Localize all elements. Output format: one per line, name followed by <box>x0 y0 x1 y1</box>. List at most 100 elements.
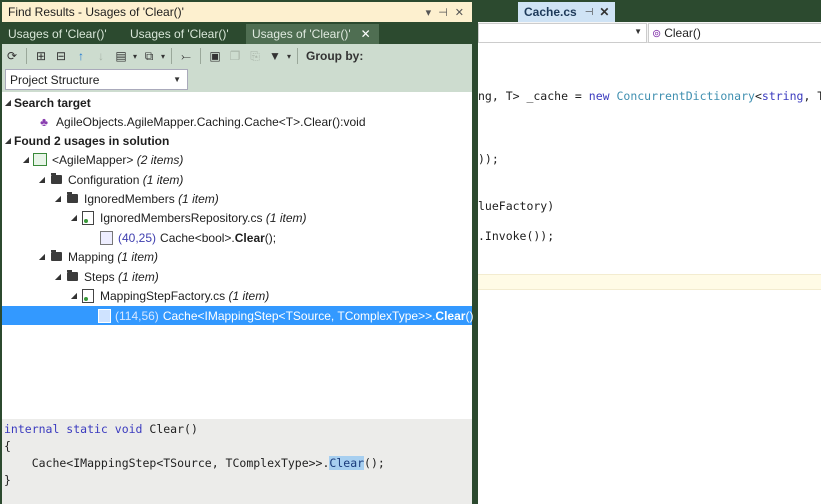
folder-icon <box>48 250 64 264</box>
paste-icon[interactable]: ⎘ <box>245 46 265 66</box>
filter-dropdown-icon[interactable]: ▾ <box>285 46 293 66</box>
expanded-triangle-icon[interactable]: ◢ <box>68 291 80 300</box>
code-text: Clear() <box>142 422 198 436</box>
editor-tab-cache-cs[interactable]: Cache.cs ⊣ ✕ <box>518 2 616 22</box>
preview-line: Cache<IMappingStep<TSource, TComplexType… <box>4 455 385 472</box>
group-by-label: Group by: <box>306 49 364 63</box>
code-text: < <box>754 89 762 103</box>
export-icon[interactable]: ⧉ <box>139 46 159 66</box>
export-dropdown-icon[interactable]: ▾ <box>159 46 167 66</box>
code-text: ng, T> _cache = <box>478 89 589 103</box>
member-dropdown-value: Clear() <box>664 26 701 40</box>
filter-icon[interactable]: ▼ <box>265 46 285 66</box>
usage-method: Clear <box>435 308 466 323</box>
tab-usages-2[interactable]: Usages of 'Clear()' <box>124 24 246 44</box>
tree-node-folder-steps[interactable]: ◢ Steps (1 item) <box>2 267 472 286</box>
csharp-file-icon <box>80 210 96 225</box>
node-label: Steps <box>84 269 115 284</box>
tab-label: Usages of 'Clear()' <box>130 27 229 41</box>
tab-usages-3[interactable]: Usages of 'Clear()' ✕ <box>246 24 379 44</box>
node-count: (1 item) <box>228 288 270 303</box>
panel-close-icon[interactable]: ✕ <box>455 6 464 19</box>
expanded-triangle-icon[interactable]: ◢ <box>36 252 48 261</box>
toolbar-separator <box>297 48 298 64</box>
usage-icon <box>98 308 111 323</box>
tab-usages-1[interactable]: Usages of 'Clear()' <box>2 24 124 44</box>
usage-code-suffix: (); <box>264 230 277 245</box>
close-icon[interactable]: ✕ <box>599 5 609 19</box>
node-count: (1 item) <box>118 269 159 284</box>
node-count: (1 item) <box>178 191 219 206</box>
expanded-triangle-icon[interactable]: ◢ <box>52 272 64 281</box>
tree-node-folder-ignoredmembers[interactable]: ◢ IgnoredMembers (1 item) <box>2 189 472 208</box>
folder-icon <box>48 173 64 187</box>
tree-node-search-target[interactable]: ◢ Search target <box>2 93 472 112</box>
preview-line: internal static void Clear() <box>4 421 198 438</box>
tree-node-usage[interactable]: (40,25) Cache<bool>. Clear (); <box>2 228 472 247</box>
node-label: MappingStepFactory.cs <box>100 288 226 303</box>
next-icon[interactable]: ↓ <box>91 46 111 66</box>
toolbar-separator <box>26 48 27 64</box>
usage-location: (114,56) <box>115 308 159 323</box>
preview-icon[interactable]: ▤ <box>111 46 131 66</box>
tree-node-target-member[interactable]: ♣ AgileObjects.AgileMapper.Caching.Cache… <box>2 112 472 131</box>
pin-icon[interactable]: ⊣ <box>585 7 594 18</box>
node-label: <AgileMapper> <box>52 152 134 167</box>
panel-title-bar: Find Results - Usages of 'Clear()' ▾ ⊣ ✕ <box>2 2 472 22</box>
node-label: IgnoredMembers <box>84 191 175 206</box>
expanded-triangle-icon[interactable]: ◢ <box>52 194 64 203</box>
expanded-triangle-icon[interactable]: ◢ <box>20 155 32 164</box>
code-area[interactable]: ng, T> _cache = new ConcurrentDictionary… <box>478 42 821 504</box>
usage-icon <box>98 230 114 245</box>
code-keyword: string <box>761 89 804 103</box>
usage-method: Clear <box>234 230 265 245</box>
method-icon: ♣ <box>40 114 48 129</box>
collapse-all-icon[interactable]: ⊟ <box>51 46 71 66</box>
pin-results-icon[interactable]: ▣ <box>205 46 225 66</box>
node-count: (1 item) <box>142 172 184 187</box>
type-dropdown[interactable]: ▼ <box>478 23 647 43</box>
merge-icon[interactable]: ⤚ <box>176 46 196 66</box>
chevron-down-icon: ▼ <box>634 27 642 36</box>
expanded-triangle-icon[interactable]: ◢ <box>36 175 48 184</box>
usage-code: Cache<bool>. <box>160 230 235 245</box>
tab-close-icon[interactable]: ✕ <box>361 27 371 41</box>
refresh-icon[interactable]: ⟳ <box>2 46 22 66</box>
preview-dropdown-icon[interactable]: ▾ <box>131 46 139 66</box>
expand-all-icon[interactable]: ⊞ <box>31 46 51 66</box>
project-icon <box>32 153 48 167</box>
panel-pin-icon[interactable]: ⊣ <box>438 6 448 19</box>
node-label: Mapping <box>68 249 115 264</box>
tree-node-found[interactable]: ◢ Found 2 usages in solution <box>2 131 472 150</box>
node-label: Found 2 usages in solution <box>14 133 170 148</box>
results-toolbar: ⟳ ⊞ ⊟ ↑ ↓ ▤ ▾ ⧉ ▾ ⤚ ▣ ❐ ⎘ ▼ ▾ Group by: <box>2 44 472 68</box>
code-line: ng, T> _cache = new ConcurrentDictionary… <box>478 89 821 103</box>
node-label: AgileObjects.AgileMapper.Caching.Cache<T… <box>56 114 366 129</box>
results-tree: ◢ Search target ♣ AgileObjects.AgileMapp… <box>2 92 477 419</box>
expanded-triangle-icon[interactable]: ◢ <box>2 98 14 107</box>
folder-icon <box>64 270 80 284</box>
usage-location: (40,25) <box>118 230 157 245</box>
tree-node-file-mappingstepfactory[interactable]: ◢ MappingStepFactory.cs (1 item) <box>2 286 472 305</box>
expanded-triangle-icon[interactable]: ◢ <box>2 136 14 145</box>
expanded-triangle-icon[interactable]: ◢ <box>68 213 80 222</box>
method-icon: ⊚ <box>652 27 662 40</box>
group-by-select[interactable]: Project Structure ▼ <box>5 69 188 90</box>
code-type: ConcurrentDictionary <box>609 89 755 103</box>
node-label: IgnoredMembersRepository.cs <box>100 210 263 225</box>
tree-node-folder-mapping[interactable]: ◢ Mapping (1 item) <box>2 247 472 266</box>
code-keyword: internal static void <box>4 422 143 436</box>
code-line: )); <box>478 152 499 166</box>
toolbar-separator <box>171 48 172 64</box>
panel-dropdown-icon[interactable]: ▾ <box>426 6 432 19</box>
tree-node-file-ignoredmembersrepository[interactable]: ◢ IgnoredMembersRepository.cs (1 item) <box>2 208 472 227</box>
member-dropdown[interactable]: ⊚ Clear() <box>648 23 821 43</box>
tree-node-usage-selected[interactable]: (114,56) Cache<IMappingStep<TSource, TCom… <box>2 306 477 325</box>
group-by-bar: Project Structure ▼ <box>2 68 472 92</box>
group-by-value: Project Structure <box>10 72 100 87</box>
tree-node-folder-configuration[interactable]: ◢ Configuration (1 item) <box>2 170 472 189</box>
usage-code: Cache<IMappingStep<TSource, TComplexType… <box>162 308 436 323</box>
previous-icon[interactable]: ↑ <box>71 46 91 66</box>
tree-node-project[interactable]: ◢ <AgileMapper> (2 items) <box>2 150 472 169</box>
copy-icon[interactable]: ❐ <box>225 46 245 66</box>
